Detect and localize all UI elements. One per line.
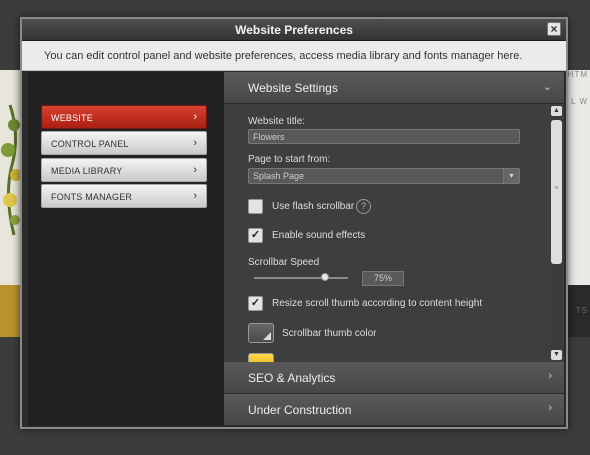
chevron-down-icon: ▾: [503, 169, 519, 183]
start-page-value: Splash Page: [253, 171, 305, 181]
section-title: Under Construction: [248, 403, 352, 417]
chevron-right-icon: ›: [193, 164, 197, 176]
chevron-right-icon: ›: [193, 137, 197, 149]
close-button[interactable]: ×: [547, 22, 561, 36]
section-title: SEO & Analytics: [248, 371, 336, 385]
thumb-color-label: Scrollbar thumb color: [282, 328, 377, 339]
chevron-right-icon: ›: [193, 190, 197, 202]
section-under-construction[interactable]: Under Construction ›: [224, 394, 564, 426]
start-page-select[interactable]: Splash Page ▾: [248, 168, 520, 184]
website-title-input[interactable]: Flowers: [248, 129, 520, 144]
speed-slider-thumb[interactable]: [320, 273, 329, 281]
chevron-right-icon: ›: [548, 402, 552, 414]
resize-thumb-checkbox[interactable]: ✓: [248, 296, 263, 311]
background-text: HTM: [567, 70, 588, 79]
sound-effects-checkbox[interactable]: ✓: [248, 228, 263, 243]
title-bar: Website Preferences ×: [22, 19, 566, 41]
start-page-label: Page to start from:: [248, 154, 331, 165]
scroll-down-icon[interactable]: ▼: [551, 350, 562, 360]
chevron-right-icon: ›: [193, 111, 197, 123]
flash-scrollbar-label: Use flash scrollbar: [272, 201, 355, 212]
chevron-down-icon: ⌄: [542, 81, 552, 93]
sound-effects-label: Enable sound effects: [272, 230, 366, 241]
yellow-color-swatch[interactable]: [248, 353, 274, 362]
scroll-thumb[interactable]: ≡: [551, 120, 562, 264]
nav-item-label: CONTROL PANEL: [51, 139, 129, 149]
nav-item-label: FONTS MANAGER: [51, 192, 133, 202]
scrollbar-speed-label: Scrollbar Speed: [248, 257, 320, 268]
info-bar: You can edit control panel and website p…: [22, 41, 566, 71]
section-title: Website Settings: [248, 81, 338, 95]
nav-item-label: WEBSITE: [51, 113, 93, 123]
background-text: TS: [575, 306, 588, 315]
help-icon[interactable]: ?: [356, 199, 371, 214]
speed-value-field[interactable]: 75%: [362, 271, 404, 286]
info-text: You can edit control panel and website p…: [44, 50, 523, 62]
settings-content: Website Settings ⌄ Website title: Flower…: [224, 72, 564, 426]
nav-item-label: MEDIA LIBRARY: [51, 166, 123, 176]
nav-item-website[interactable]: WEBSITE ›: [41, 105, 207, 129]
nav-item-fonts-manager[interactable]: FONTS MANAGER ›: [41, 184, 207, 208]
flash-scrollbar-checkbox[interactable]: [248, 199, 263, 214]
sidebar-nav: WEBSITE › CONTROL PANEL › MEDIA LIBRARY …: [28, 72, 224, 426]
nav-item-media-library[interactable]: MEDIA LIBRARY ›: [41, 158, 207, 182]
speed-slider-track[interactable]: [254, 277, 348, 279]
dialog-title: Website Preferences: [235, 23, 353, 37]
nav-item-control-panel[interactable]: CONTROL PANEL ›: [41, 131, 207, 155]
background-text: L W: [571, 97, 588, 106]
chevron-right-icon: ›: [548, 370, 552, 382]
close-icon: ×: [550, 22, 558, 36]
scroll-up-icon[interactable]: ▲: [551, 106, 562, 116]
preferences-dialog: Website Preferences × You can edit contr…: [20, 17, 568, 429]
website-settings-panel: Website title: Flowers Page to start fro…: [224, 104, 564, 362]
section-website-settings[interactable]: Website Settings ⌄: [224, 72, 564, 104]
section-seo-analytics[interactable]: SEO & Analytics ›: [224, 362, 564, 394]
background-gold-block: [0, 285, 20, 337]
website-title-label: Website title:: [248, 116, 306, 127]
panel-scrollbar[interactable]: ▲ ≡ ▼: [551, 106, 562, 360]
thumb-color-swatch[interactable]: [248, 323, 274, 343]
resize-thumb-label: Resize scroll thumb according to content…: [272, 298, 483, 309]
